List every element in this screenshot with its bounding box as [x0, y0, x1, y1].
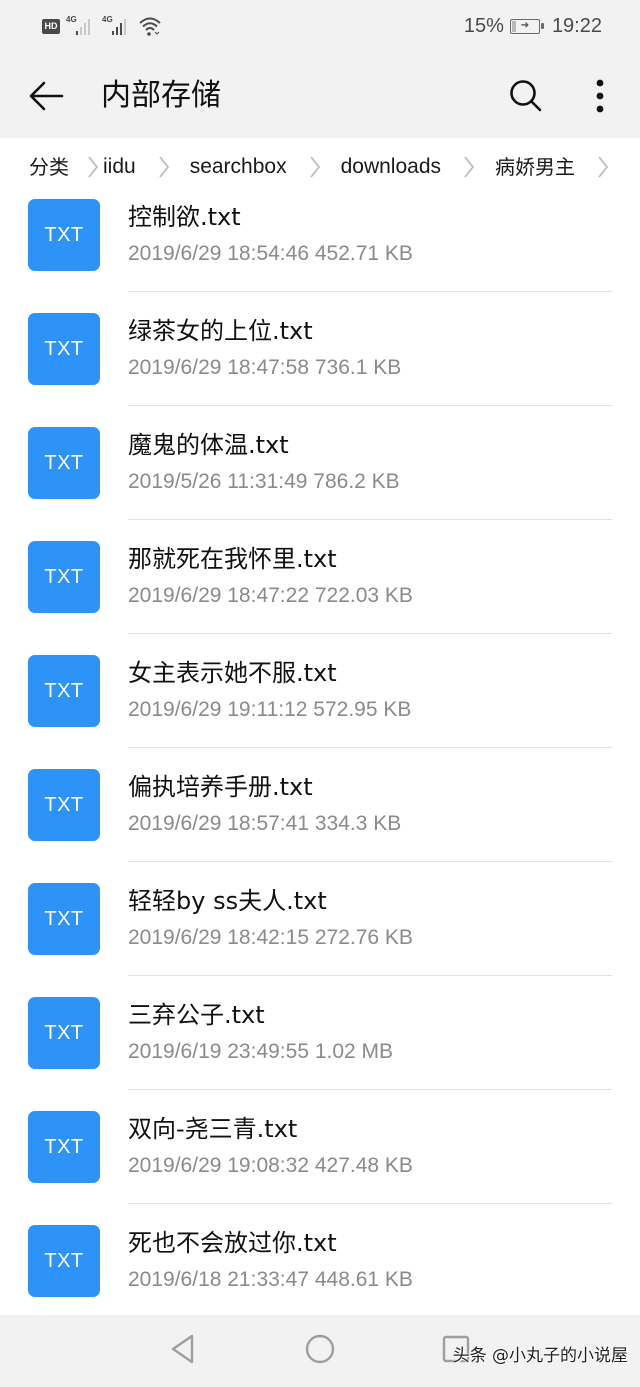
battery-charging-icon: ➔	[509, 18, 544, 34]
file-meta: 2019/6/29 19:11:12 572.95 KB	[128, 698, 412, 721]
txt-file-icon: TXT	[28, 1111, 100, 1183]
file-name: 控制欲.txt	[128, 203, 241, 231]
divider	[128, 405, 612, 406]
file-name: 那就死在我怀里.txt	[128, 545, 337, 573]
txt-file-icon: TXT	[28, 883, 100, 955]
divider	[128, 291, 612, 292]
file-name: 轻轻by ss夫人.txt	[128, 887, 327, 915]
divider	[128, 975, 612, 976]
chevron-right-icon	[156, 154, 172, 180]
file-meta: 2019/6/29 19:08:32 427.48 KB	[128, 1154, 413, 1177]
sim2-signal-icon: 4G	[102, 15, 132, 37]
nav-home-button[interactable]	[292, 1325, 348, 1373]
file-list-item[interactable]: TXT 三弃公子.txt 2019/6/19 23:49:55 1.02 MB	[0, 994, 640, 1108]
txt-file-icon: TXT	[28, 199, 100, 271]
file-list-item[interactable]: TXT 魔鬼的体温.txt 2019/5/26 11:31:49 786.2 K…	[0, 424, 640, 538]
file-meta: 2019/6/18 21:33:47 448.61 KB	[128, 1268, 413, 1291]
back-button[interactable]	[24, 74, 68, 118]
file-meta: 2019/6/29 18:54:46 452.71 KB	[128, 242, 413, 265]
app-bar: 内部存储	[0, 52, 640, 138]
divider	[128, 747, 612, 748]
file-meta: 2019/6/29 18:47:22 722.03 KB	[128, 584, 413, 607]
txt-file-icon: TXT	[28, 997, 100, 1069]
chevron-right-icon	[595, 154, 611, 180]
txt-file-icon: TXT	[28, 655, 100, 727]
breadcrumb-item-current-folder[interactable]: 病娇男主	[495, 138, 575, 196]
divider	[128, 633, 612, 634]
divider	[128, 861, 612, 862]
breadcrumb-item-searchbox[interactable]: searchbox	[190, 138, 287, 196]
file-name: 绿茶女的上位.txt	[128, 317, 313, 345]
file-name: 偏执培养手册.txt	[128, 773, 313, 801]
file-list-item[interactable]: TXT 偏执培养手册.txt 2019/6/29 18:57:41 334.3 …	[0, 766, 640, 880]
file-list-item[interactable]: TXT 那就死在我怀里.txt 2019/6/29 18:47:22 722.0…	[0, 538, 640, 652]
file-name: 三弃公子.txt	[128, 1001, 265, 1029]
chevron-right-icon	[461, 154, 477, 180]
breadcrumb-item-downloads[interactable]: downloads	[341, 138, 441, 196]
search-button[interactable]	[502, 72, 550, 120]
txt-file-icon: TXT	[28, 313, 100, 385]
txt-file-icon: TXT	[28, 427, 100, 499]
file-list-item[interactable]: TXT 女主表示她不服.txt 2019/6/29 19:11:12 572.9…	[0, 652, 640, 766]
divider	[128, 1203, 612, 1204]
more-vertical-icon	[596, 79, 604, 113]
status-icons-left: HD 4G 4G	[42, 14, 162, 38]
nav-back-button[interactable]	[155, 1325, 211, 1373]
watermark: 头条 @小丸子的小说屋	[452, 1346, 628, 1366]
chevron-right-icon	[85, 154, 101, 180]
page-title: 内部存储	[101, 78, 221, 113]
file-meta: 2019/6/29 18:47:58 736.1 KB	[128, 356, 402, 379]
file-name: 双向-尧三青.txt	[128, 1115, 298, 1143]
breadcrumb-item-category[interactable]: 分类	[29, 138, 69, 196]
hd-voice-icon: HD	[42, 18, 60, 34]
file-meta: 2019/5/26 11:31:49 786.2 KB	[128, 470, 400, 493]
txt-file-icon: TXT	[28, 1225, 100, 1297]
clock: 19:22	[551, 14, 602, 37]
wifi-icon	[139, 17, 161, 36]
file-list-item[interactable]: TXT 控制欲.txt 2019/6/29 18:54:46 452.71 KB	[0, 196, 640, 310]
breadcrumb-item-baidu[interactable]: iidu	[103, 138, 136, 196]
triangle-back-icon	[171, 1334, 194, 1364]
battery-percent: 15%	[463, 14, 504, 37]
more-options-button[interactable]	[578, 72, 622, 120]
search-icon	[510, 80, 542, 112]
divider	[128, 519, 612, 520]
chevron-right-icon	[307, 154, 323, 180]
arrow-left-icon	[29, 81, 64, 111]
file-name: 女主表示她不服.txt	[128, 659, 337, 687]
status-bar: HD 4G 4G 15% ➔ 19:22	[0, 0, 640, 52]
circle-home-icon	[305, 1334, 335, 1364]
divider	[128, 1089, 612, 1090]
file-list: TXT 控制欲.txt 2019/6/29 18:54:46 452.71 KB…	[0, 196, 640, 1336]
sim1-signal-icon: 4G	[66, 15, 96, 37]
system-nav-bar: 头条 @小丸子的小说屋	[0, 1315, 640, 1387]
txt-file-icon: TXT	[28, 769, 100, 841]
file-list-item[interactable]: TXT 绿茶女的上位.txt 2019/6/29 18:47:58 736.1 …	[0, 310, 640, 424]
file-meta: 2019/6/29 18:42:15 272.76 KB	[128, 926, 413, 949]
status-icons-right: 15% ➔ 19:22	[464, 12, 602, 40]
file-meta: 2019/6/29 18:57:41 334.3 KB	[128, 812, 402, 835]
file-list-item[interactable]: TXT 双向-尧三青.txt 2019/6/29 19:08:32 427.48…	[0, 1108, 640, 1222]
file-meta: 2019/6/19 23:49:55 1.02 MB	[128, 1040, 394, 1063]
file-list-item[interactable]: TXT 轻轻by ss夫人.txt 2019/6/29 18:42:15 272…	[0, 880, 640, 994]
file-name: 魔鬼的体温.txt	[128, 431, 289, 459]
file-name: 死也不会放过你.txt	[128, 1229, 337, 1257]
txt-file-icon: TXT	[28, 541, 100, 613]
breadcrumb: 分类 iidu searchbox downloads 病娇男主	[0, 138, 640, 196]
